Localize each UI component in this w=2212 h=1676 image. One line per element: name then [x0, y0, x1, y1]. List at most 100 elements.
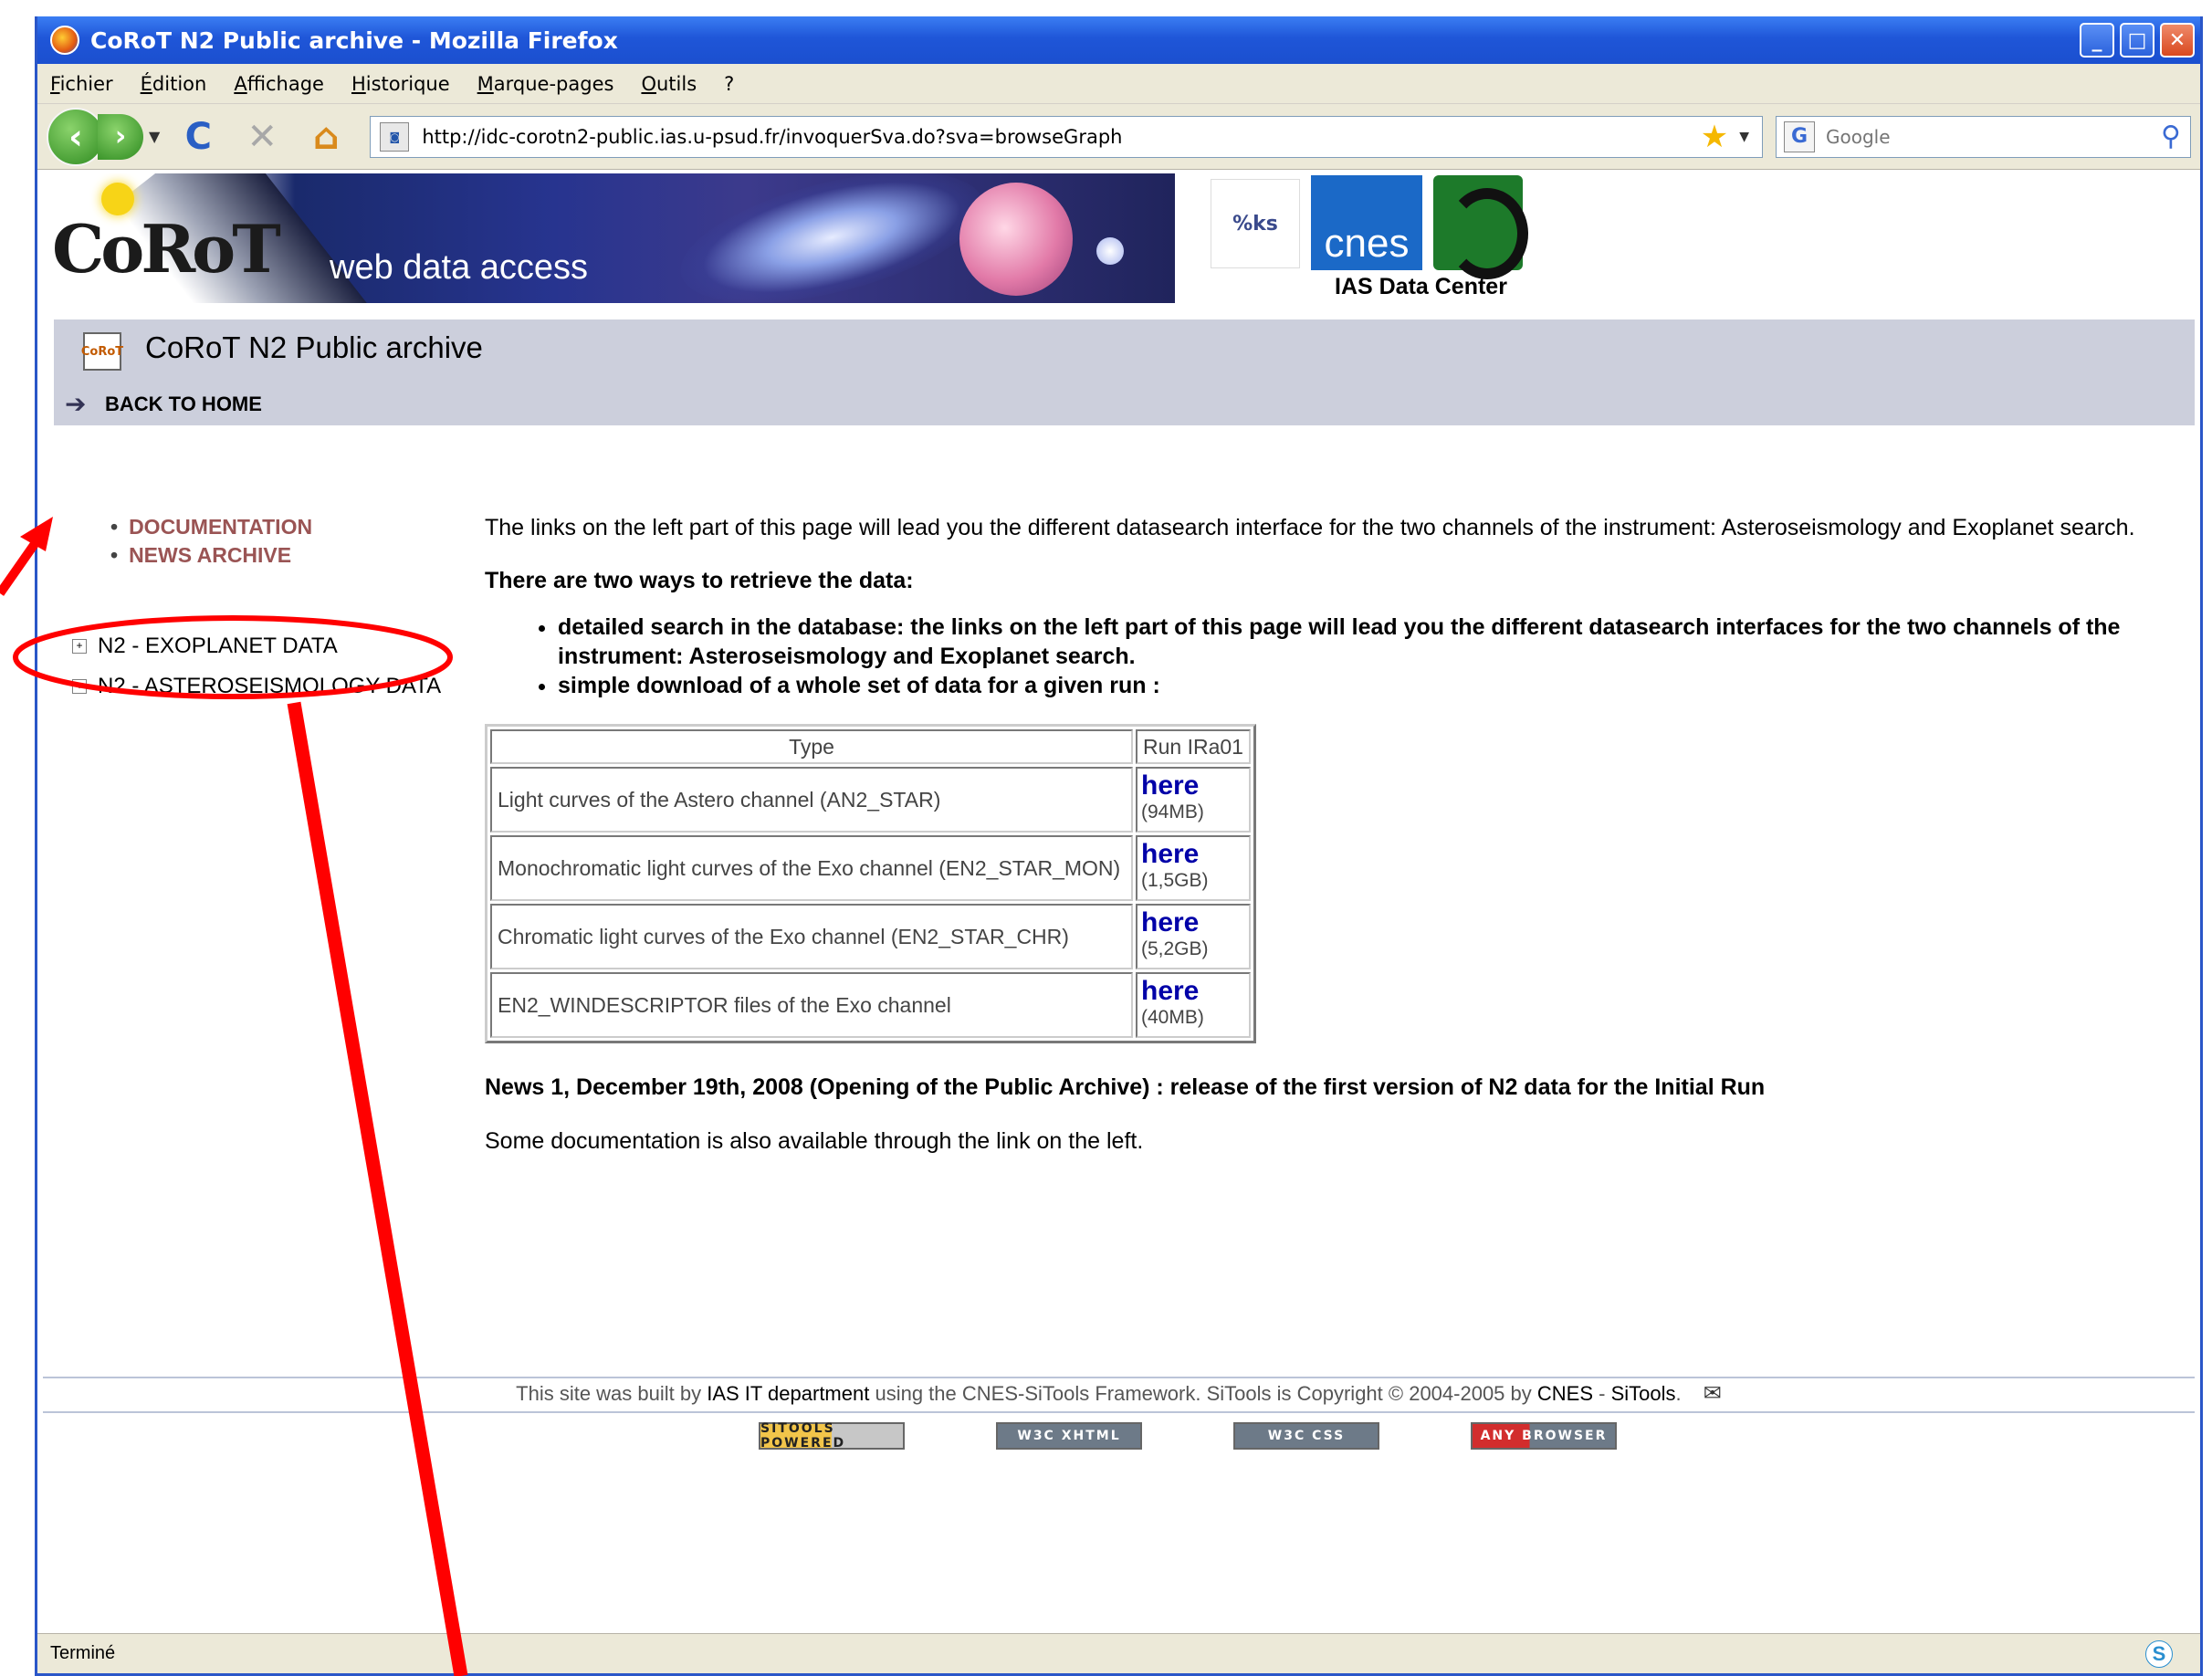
download-link[interactable]: here: [1141, 976, 1245, 1007]
back-to-home-link[interactable]: BACK TO HOME: [105, 393, 262, 416]
footer-badges: SITOOLS POWERED W3C XHTML W3C CSS ANY BR…: [759, 1421, 1617, 1451]
cnes-link[interactable]: CNES: [1537, 1382, 1593, 1405]
sitools-powered-badge[interactable]: SITOOLS POWERED: [759, 1421, 905, 1451]
menu-outils[interactable]: Outils: [641, 73, 697, 95]
footer: This site was built by IAS IT department…: [37, 1380, 2200, 1407]
run-cell: here (1,5GB): [1136, 835, 1251, 901]
footer-text: -: [1593, 1382, 1611, 1405]
type-column-header: Type: [490, 729, 1133, 764]
footer-text: .: [1675, 1382, 1682, 1405]
search-input[interactable]: [1819, 124, 2162, 149]
w3c-xhtml-badge[interactable]: W3C XHTML: [996, 1422, 1142, 1450]
url-text[interactable]: http://idc-corotn2-public.ias.u-psud.fr/…: [422, 126, 1700, 148]
sitools-link[interactable]: SiTools: [1611, 1382, 1676, 1405]
site-favicon-icon: ◙: [380, 121, 410, 152]
address-bar[interactable]: ◙ http://idc-corotn2-public.ias.u-psud.f…: [370, 115, 1763, 158]
ks-logo: %ks: [1211, 179, 1300, 268]
download-link[interactable]: here: [1141, 770, 1245, 801]
menu-marque-pages[interactable]: Marque-pages: [477, 73, 614, 95]
ias-logo: [1433, 175, 1528, 279]
firefox-icon: [50, 26, 79, 55]
type-cell: Monochromatic light curves of the Exo ch…: [490, 835, 1133, 901]
reload-button[interactable]: C: [173, 111, 224, 162]
list-item: detailed search in the database: the lin…: [558, 613, 2183, 671]
sidebar-links: DOCUMENTATION NEWS ARCHIVE: [37, 513, 494, 570]
file-size: (94MB): [1141, 801, 1204, 822]
w3c-css-badge[interactable]: W3C CSS: [1233, 1422, 1379, 1450]
stop-button[interactable]: ✕: [236, 111, 288, 162]
url-dropdown-icon[interactable]: ▼: [1739, 130, 1749, 144]
status-text: Terminé: [50, 1643, 116, 1663]
status-bar: Terminé S: [37, 1633, 2200, 1673]
menu-edition[interactable]: Édition: [141, 73, 207, 95]
sidebar-item-news-archive: NEWS ARCHIVE: [110, 541, 494, 570]
menu-help[interactable]: ?: [724, 73, 734, 95]
expand-plus-icon[interactable]: +: [72, 679, 87, 694]
download-table: Type Run IRa01 Light curves of the Aster…: [485, 724, 1256, 1043]
star-image: [959, 183, 1073, 296]
footer-divider: [43, 1411, 2195, 1413]
arrow-shaft: [0, 536, 43, 596]
table-row: Chromatic light curves of the Exo channe…: [490, 904, 1251, 969]
run-cell: here (40MB): [1136, 972, 1251, 1038]
corot-banner: CoRoT web data access: [47, 173, 1175, 303]
menu-fichier[interactable]: Fichier: [50, 73, 113, 95]
menu-bar: Fichier Édition Affichage Historique Mar…: [37, 64, 2200, 104]
page-header: CoRoT CoRoT N2 Public archive ➔ BACK TO …: [54, 319, 2195, 425]
type-cell: EN2_WINDESCRIPTOR files of the Exo chann…: [490, 972, 1133, 1038]
arrow-right-icon: ➔: [65, 389, 87, 419]
any-browser-badge[interactable]: ANY BROWSER: [1471, 1422, 1617, 1450]
documentation-link[interactable]: DOCUMENTATION: [129, 515, 312, 539]
sidebar: DOCUMENTATION NEWS ARCHIVE + N2 - EXOPLA…: [37, 513, 494, 707]
main-content: The links on the left part of this page …: [485, 513, 2183, 1155]
news-item: News 1, December 19th, 2008 (Opening of …: [485, 1074, 1766, 1100]
corot-logo: CoRoT: [52, 210, 281, 288]
run-cell: here (5,2GB): [1136, 904, 1251, 969]
file-size: (5,2GB): [1141, 938, 1209, 959]
close-button[interactable]: ✕: [2160, 23, 2195, 58]
minimize-button[interactable]: _: [2080, 23, 2114, 58]
moon-image: [1096, 237, 1124, 265]
list-item: simple download of a whole set of data f…: [558, 671, 2183, 700]
banner-text: web data access: [330, 248, 589, 287]
menu-historique[interactable]: Historique: [351, 73, 450, 95]
download-link[interactable]: here: [1141, 839, 1245, 870]
footer-divider: [43, 1377, 2195, 1378]
home-button[interactable]: ⌂: [300, 111, 351, 162]
table-header-row: Type Run IRa01: [490, 729, 1251, 764]
footer-text: This site was built by: [516, 1382, 708, 1405]
ways-list: detailed search in the database: the lin…: [485, 613, 2183, 700]
skype-icon[interactable]: S: [2145, 1639, 2173, 1668]
menu-affichage[interactable]: Affichage: [234, 73, 324, 95]
data-center-label: IAS Data Center: [1335, 274, 1507, 299]
run-cell: here (94MB): [1136, 767, 1251, 833]
search-engine-icon[interactable]: G: [1784, 120, 1815, 152]
cnes-logo: cnes: [1311, 175, 1422, 270]
tree-node-asteroseismology[interactable]: + N2 - ASTEROSEISMOLOGY DATA: [72, 666, 494, 707]
history-dropdown-icon[interactable]: ▼: [149, 128, 160, 145]
search-box[interactable]: G ⚲: [1776, 115, 2191, 158]
type-cell: Chromatic light curves of the Exo channe…: [490, 904, 1133, 969]
table-row: Monochromatic light curves of the Exo ch…: [490, 835, 1251, 901]
page-title: CoRoT N2 Public archive: [145, 330, 483, 364]
window-title: CoRoT N2 Public archive - Mozilla Firefo…: [90, 26, 618, 54]
ias-it-link[interactable]: IAS IT department: [707, 1382, 869, 1405]
tree-node-label[interactable]: N2 - ASTEROSEISMOLOGY DATA: [98, 674, 441, 699]
tree-node-label[interactable]: N2 - EXOPLANET DATA: [98, 634, 338, 659]
bookmark-star-icon[interactable]: ★: [1701, 119, 1728, 155]
mail-icon[interactable]: ✉: [1704, 1381, 1722, 1406]
download-link[interactable]: here: [1141, 907, 1245, 938]
forward-button[interactable]: ›: [98, 113, 143, 160]
intro-text: The links on the left part of this page …: [485, 515, 2135, 540]
documentation-note: Some documentation is also available thr…: [485, 1128, 1144, 1154]
expand-plus-icon[interactable]: +: [72, 639, 87, 654]
galaxy-image: [667, 173, 996, 303]
news-archive-link[interactable]: NEWS ARCHIVE: [129, 543, 291, 567]
browser-window: CoRoT N2 Public archive - Mozilla Firefo…: [35, 16, 2203, 1676]
tree-node-exoplanet[interactable]: + N2 - EXOPLANET DATA: [72, 626, 494, 666]
maximize-button[interactable]: □: [2120, 23, 2154, 58]
ways-heading: There are two ways to retrieve the data:: [485, 568, 914, 593]
partner-logos: %ks cnes IAS Data Center: [1211, 175, 1557, 305]
back-button[interactable]: ‹: [47, 107, 105, 166]
search-icon[interactable]: ⚲: [2161, 120, 2181, 152]
